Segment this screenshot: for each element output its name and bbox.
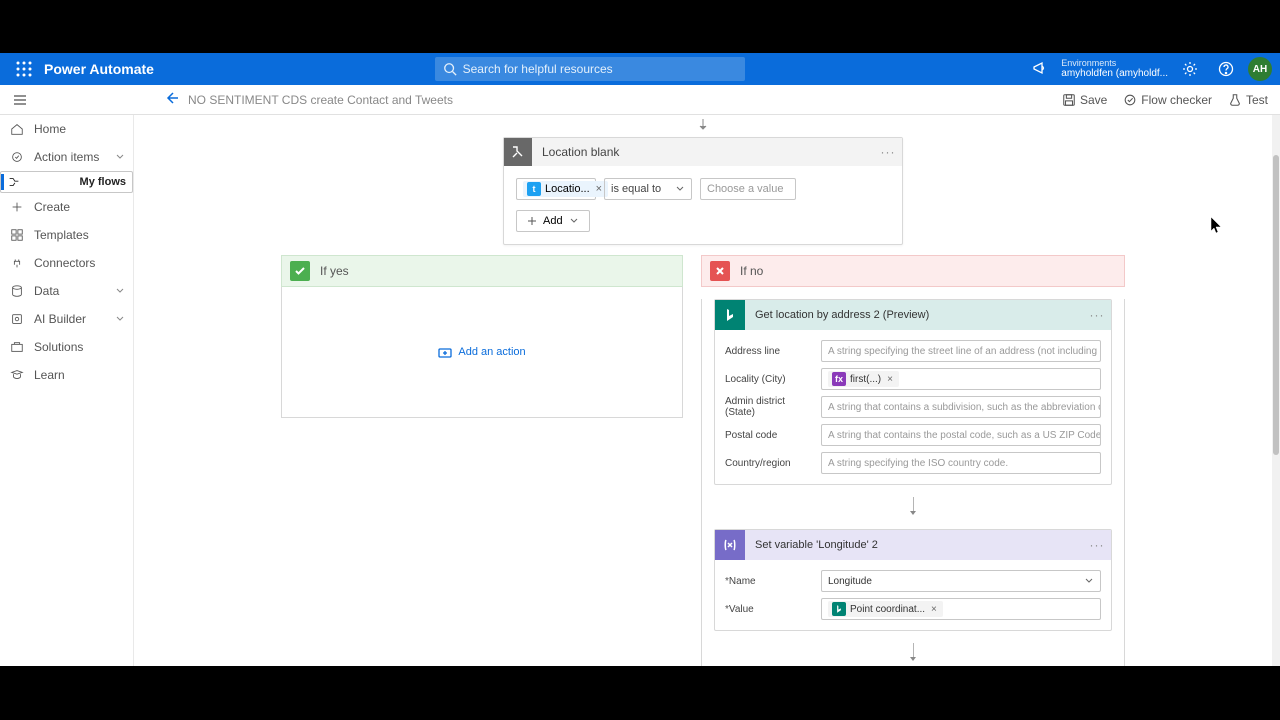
condition-value[interactable]: Choose a value bbox=[700, 178, 796, 200]
fx-icon: fx bbox=[832, 372, 846, 386]
avatar[interactable]: AH bbox=[1248, 57, 1272, 81]
close-icon bbox=[710, 261, 730, 281]
country-input[interactable]: A string specifying the ISO country code… bbox=[821, 452, 1101, 474]
twitter-icon: t bbox=[527, 182, 541, 196]
brand: Power Automate bbox=[44, 61, 154, 77]
variable-icon bbox=[715, 530, 745, 560]
if-no-body: Get location by address 2 (Preview) ··· … bbox=[701, 299, 1125, 666]
gear-icon[interactable] bbox=[1176, 55, 1204, 83]
ai-icon bbox=[10, 312, 24, 326]
action-icon bbox=[10, 150, 24, 164]
nav-data[interactable]: Data bbox=[0, 277, 133, 305]
bing-token-icon bbox=[832, 602, 846, 616]
remove-token[interactable]: × bbox=[929, 604, 939, 615]
nav-templates[interactable]: Templates bbox=[0, 221, 133, 249]
condition-operator[interactable]: is equal to bbox=[604, 178, 692, 200]
postal-code-input[interactable]: A string that contains the postal code, … bbox=[821, 424, 1101, 446]
nav-solutions[interactable]: Solutions bbox=[0, 333, 133, 361]
nav-ai-builder[interactable]: AI Builder bbox=[0, 305, 133, 333]
flow-canvas[interactable]: Location blank ··· tLocatio...× is equal… bbox=[134, 115, 1272, 666]
condition-card[interactable]: Location blank ··· tLocatio...× is equal… bbox=[503, 137, 903, 245]
condition-title: Location blank bbox=[532, 145, 874, 159]
card-menu[interactable]: ··· bbox=[1083, 308, 1111, 322]
solutions-icon bbox=[10, 340, 24, 354]
nav-action-items[interactable]: Action items bbox=[0, 143, 133, 171]
nav-learn[interactable]: Learn bbox=[0, 361, 133, 389]
left-nav: Home Action items My flows Create Templa… bbox=[0, 115, 134, 666]
hamburger-icon[interactable] bbox=[12, 92, 44, 108]
back-button[interactable] bbox=[164, 90, 188, 109]
condition-left-operand[interactable]: tLocatio...× bbox=[516, 178, 596, 200]
chevron-down-icon bbox=[1084, 576, 1094, 586]
test-button[interactable]: Test bbox=[1228, 93, 1268, 107]
nav-connectors[interactable]: Connectors bbox=[0, 249, 133, 277]
announcements-icon[interactable] bbox=[1025, 55, 1053, 83]
environment-picker[interactable]: Environments amyholdfen (amyholdf... bbox=[1061, 59, 1168, 80]
chevron-down-icon bbox=[115, 152, 125, 162]
admin-district-input[interactable]: A string that contains a subdivision, su… bbox=[821, 396, 1101, 418]
if-no-header[interactable]: If no bbox=[702, 256, 1124, 286]
connectors-icon bbox=[10, 256, 24, 270]
vertical-scrollbar[interactable] bbox=[1272, 115, 1280, 666]
add-condition-button[interactable]: Add bbox=[516, 210, 590, 232]
address-line-input[interactable]: A string specifying the street line of a… bbox=[821, 340, 1101, 362]
chevron-down-icon bbox=[675, 184, 685, 194]
search-input[interactable] bbox=[435, 57, 745, 81]
locality-input[interactable]: fxfirst(...)× bbox=[821, 368, 1101, 390]
add-action-button[interactable]: Add an action bbox=[438, 345, 525, 359]
templates-icon bbox=[10, 228, 24, 242]
learn-icon bbox=[10, 368, 24, 382]
help-icon[interactable] bbox=[1212, 55, 1240, 83]
chevron-down-icon bbox=[569, 216, 579, 226]
variable-name-select[interactable]: Longitude bbox=[821, 570, 1101, 592]
bing-maps-icon bbox=[715, 300, 745, 330]
set-variable-card[interactable]: Set variable 'Longitude' 2 ··· *NameLong… bbox=[714, 529, 1112, 631]
data-icon bbox=[10, 284, 24, 298]
control-icon bbox=[504, 138, 532, 166]
bing-action-card[interactable]: Get location by address 2 (Preview) ··· … bbox=[714, 299, 1112, 485]
home-icon bbox=[10, 122, 24, 136]
variable-value-input[interactable]: Point coordinat...× bbox=[821, 598, 1101, 620]
save-button[interactable]: Save bbox=[1062, 93, 1107, 107]
if-yes-body: Add an action bbox=[281, 287, 683, 418]
app-launcher[interactable] bbox=[8, 53, 40, 85]
remove-token[interactable]: × bbox=[885, 374, 895, 385]
chevron-down-icon bbox=[115, 286, 125, 296]
search-icon bbox=[443, 62, 457, 76]
if-yes-header[interactable]: If yes bbox=[282, 256, 682, 286]
chevron-down-icon bbox=[115, 314, 125, 324]
nav-my-flows[interactable]: My flows bbox=[0, 171, 133, 193]
nav-home[interactable]: Home bbox=[0, 115, 133, 143]
scrollbar-thumb[interactable] bbox=[1273, 155, 1279, 455]
card-menu[interactable]: ··· bbox=[874, 145, 902, 159]
check-icon bbox=[290, 261, 310, 281]
flows-icon bbox=[7, 175, 21, 189]
plus-icon bbox=[10, 200, 24, 214]
nav-create[interactable]: Create bbox=[0, 193, 133, 221]
flow-name: NO SENTIMENT CDS create Contact and Twee… bbox=[188, 93, 453, 107]
card-menu[interactable]: ··· bbox=[1083, 538, 1111, 552]
remove-token[interactable]: × bbox=[594, 183, 604, 195]
flow-checker-button[interactable]: Flow checker bbox=[1123, 93, 1212, 107]
